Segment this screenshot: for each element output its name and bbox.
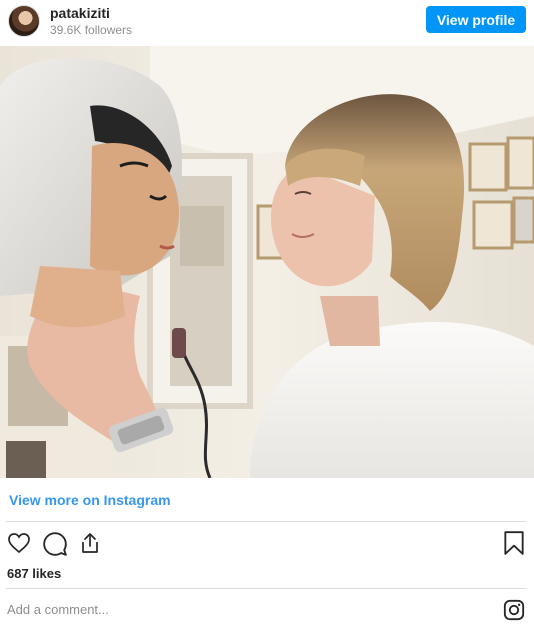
divider	[6, 588, 526, 589]
view-more-on-instagram-link[interactable]: View more on Instagram	[9, 492, 171, 508]
username[interactable]: patakiziti	[50, 5, 110, 21]
share-icon[interactable]	[78, 530, 102, 556]
view-profile-button[interactable]: View profile	[426, 6, 526, 33]
like-count: 687 likes	[7, 566, 62, 581]
post-actions	[0, 528, 534, 560]
follower-count: 39.6K followers	[50, 23, 133, 37]
post-image[interactable]	[0, 46, 534, 478]
comment-input[interactable]	[7, 602, 487, 617]
instagram-icon[interactable]	[503, 599, 525, 621]
heart-icon[interactable]	[6, 531, 32, 555]
avatar[interactable]	[8, 5, 40, 37]
bookmark-icon[interactable]	[503, 530, 525, 556]
divider	[6, 521, 526, 522]
comment-icon[interactable]	[42, 531, 68, 557]
post-header: patakiziti 39.6K followers View profile	[0, 0, 534, 44]
post-photo-illustration	[0, 46, 534, 478]
